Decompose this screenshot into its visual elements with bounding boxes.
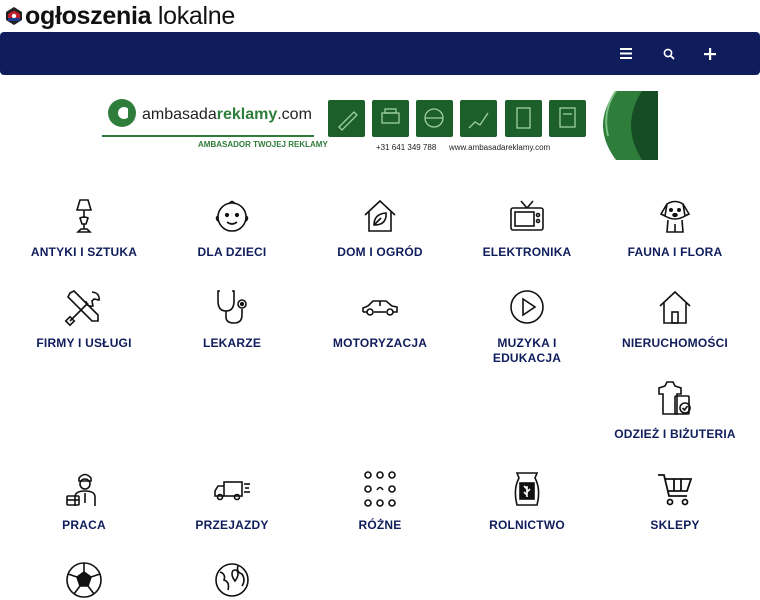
category-fauna-i-flora[interactable]: FAUNA I FLORA	[600, 196, 750, 260]
category-label: PRZEJAZDY	[195, 518, 269, 532]
ad-banner[interactable]: ambasadareklamy.com AMBASADOR TWOJEJ REK…	[102, 90, 658, 160]
lamp-icon	[75, 199, 93, 233]
house-leaf-icon	[364, 199, 396, 232]
category-motoryzacja[interactable]: MOTORYZACJA	[305, 287, 455, 351]
category-odziez-i-bizuteria[interactable]: ODZIEŻ I BIŻUTERIA	[600, 378, 750, 442]
site-logo[interactable]: ogłoszenia lokalne	[4, 2, 235, 30]
site-name: ogłoszenia lokalne	[25, 1, 235, 30]
play-icon	[510, 290, 544, 324]
category-dom-i-ogrod[interactable]: DOM I OGRÓD	[305, 196, 455, 260]
dog-icon	[659, 200, 691, 233]
category-elektronika[interactable]: ELEKTRONIKA	[452, 196, 602, 260]
category-nieruchomosci[interactable]: NIERUCHOMOŚCI	[600, 287, 750, 351]
site-name-light: lokalne	[151, 1, 235, 30]
category-przejazdy[interactable]: PRZEJAZDY	[157, 469, 307, 533]
ad-site-pre: ambasada	[142, 106, 217, 123]
search-button[interactable]	[651, 32, 687, 75]
category-label: LEKARZE	[202, 336, 262, 350]
add-listing-button[interactable]	[692, 32, 728, 75]
top-navbar	[0, 32, 760, 75]
category-dla-dzieci[interactable]: DLA DZIECI	[157, 196, 307, 260]
home-icon	[659, 290, 691, 324]
ad-site-bold: reklamy	[216, 106, 278, 123]
tv-icon	[510, 200, 544, 231]
category-turystyka[interactable]	[157, 560, 307, 600]
category-label: ODZIEŻ I BIŻUTERIA	[614, 427, 736, 441]
worker-icon	[66, 473, 96, 506]
dots-grid-icon	[364, 471, 396, 507]
category-rolnictwo[interactable]: ROLNICTWO	[452, 469, 602, 533]
truck-icon	[214, 481, 250, 501]
category-lekarze[interactable]: LEKARZE	[157, 287, 307, 351]
category-antyki[interactable]: ANTYKI I SZTUKA	[9, 196, 159, 260]
search-icon	[663, 48, 675, 60]
car-icon	[362, 300, 398, 316]
category-rozne[interactable]: RÓŻNE	[305, 469, 455, 533]
site-name-bold: ogłoszenia	[25, 1, 152, 30]
category-label: MOTORYZACJA	[332, 336, 428, 350]
ad-phone: +31 641 349 788	[376, 143, 437, 152]
category-label: RÓŻNE	[358, 518, 402, 532]
category-label: DLA DZIECI	[197, 245, 267, 259]
hamburger-icon	[620, 48, 632, 59]
category-label: FIRMY I USŁUGI	[36, 336, 132, 350]
category-label: FAUNA I FLORA	[627, 245, 723, 259]
tools-icon	[64, 290, 100, 327]
ad-site-post: .com	[277, 106, 312, 123]
category-sport[interactable]	[9, 560, 159, 600]
cart-icon	[658, 474, 693, 506]
category-muzyka-i-edukacja[interactable]: MUZYKA I EDUKACJA	[452, 287, 602, 366]
category-label: ELEKTRONIKA	[482, 245, 572, 259]
category-label: ANTYKI I SZTUKA	[30, 245, 138, 259]
stethoscope-icon	[217, 290, 247, 324]
plus-icon	[704, 47, 716, 60]
category-praca[interactable]: PRACA	[9, 469, 159, 533]
category-label: NIERUCHOMOŚCI	[622, 336, 728, 350]
category-label: PRACA	[62, 518, 106, 532]
category-label: ROLNICTWO	[489, 518, 565, 532]
category-label: DOM I OGRÓD	[337, 245, 423, 259]
category-sklepy[interactable]: SKLEPY	[600, 469, 750, 533]
grain-sack-icon	[514, 472, 540, 506]
logo-mark-icon	[6, 7, 22, 25]
globe-pin-icon	[215, 563, 249, 597]
category-firmy-i-uslugi[interactable]: FIRMY I USŁUGI	[9, 287, 159, 351]
baby-icon	[215, 200, 249, 232]
ad-url: www.ambasadareklamy.com	[449, 143, 551, 152]
ad-tagline: AMBASADOR TWOJEJ REKLAMY	[198, 140, 328, 149]
football-icon	[66, 562, 102, 598]
menu-button[interactable]	[608, 32, 644, 75]
clothes-icon	[658, 381, 691, 415]
ad-site-name: ambasadareklamy.com	[142, 106, 312, 124]
category-label: SKLEPY	[650, 518, 700, 532]
category-label: MUZYKA I EDUKACJA	[492, 336, 562, 365]
